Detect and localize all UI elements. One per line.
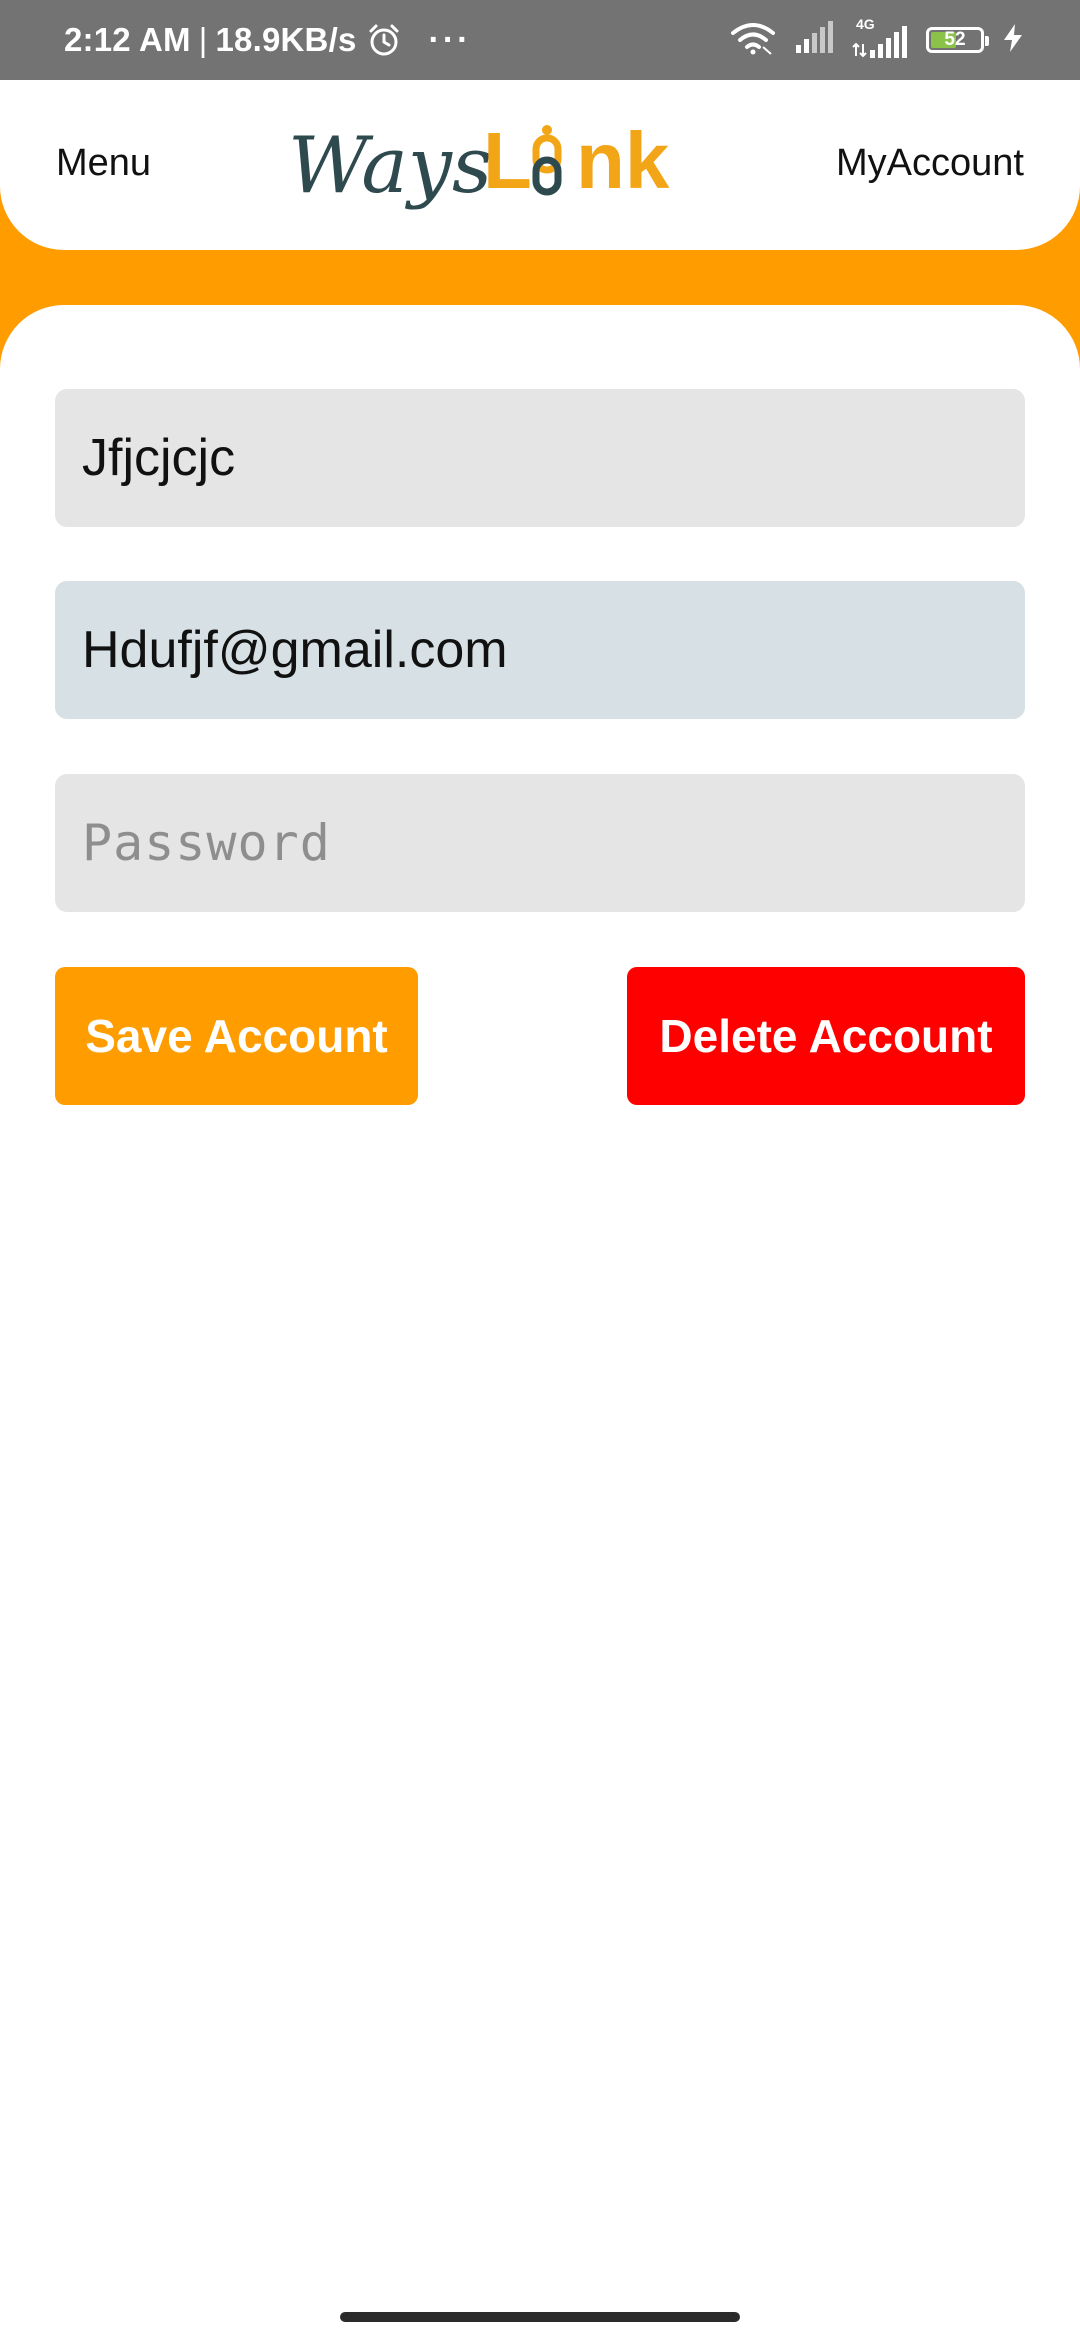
email-input-value: Hdufjf@gmail.com (82, 621, 508, 679)
wifi-icon (730, 21, 776, 60)
mobile-data-signal-icon: 4G (852, 16, 908, 60)
save-account-button[interactable]: Save Account (55, 967, 418, 1105)
alarm-clock-icon (367, 23, 401, 57)
email-input[interactable]: Hdufjf@gmail.com (55, 581, 1025, 719)
signal-strength-icon (794, 20, 834, 60)
chain-link-icon (532, 125, 562, 196)
my-account-link[interactable]: MyAccount (836, 142, 1024, 185)
status-separator: | (198, 21, 208, 58)
battery-icon: 52 (926, 27, 989, 53)
app-header: Menu Ways L nk MyAccount (0, 80, 1080, 250)
name-input-value: Jfjcjcjc (82, 429, 236, 487)
name-input[interactable]: Jfjcjcjc (55, 389, 1025, 527)
logo-text-nk: nk (576, 116, 670, 205)
status-left-group: 2:12 AM | 18.9KB/s ··· (64, 0, 471, 80)
wayslink-logo: Ways L nk (288, 116, 670, 211)
logo-text-l: L (483, 116, 532, 205)
network-speed: 18.9KB/s (215, 21, 357, 58)
status-right-group: 4G 52 (730, 0, 1024, 80)
logo-text-ways: Ways (288, 121, 492, 211)
menu-link[interactable]: Menu (56, 142, 151, 185)
battery-level: 52 (944, 29, 966, 50)
status-time: 2:12 AM (64, 21, 191, 58)
password-placeholder: Password (82, 814, 331, 872)
home-gesture-bar[interactable] (340, 2312, 740, 2322)
more-notifications-icon: ··· (428, 20, 472, 59)
charging-bolt-icon (1002, 23, 1024, 58)
delete-account-button[interactable]: Delete Account (627, 967, 1025, 1105)
password-input[interactable]: Password (55, 774, 1025, 912)
app-screen: 2:12 AM | 18.9KB/s ··· 4G 52 Menu Ways L… (0, 0, 1080, 2340)
battery-cap (985, 36, 989, 46)
status-bar: 2:12 AM | 18.9KB/s ··· 4G 52 (0, 0, 1080, 80)
